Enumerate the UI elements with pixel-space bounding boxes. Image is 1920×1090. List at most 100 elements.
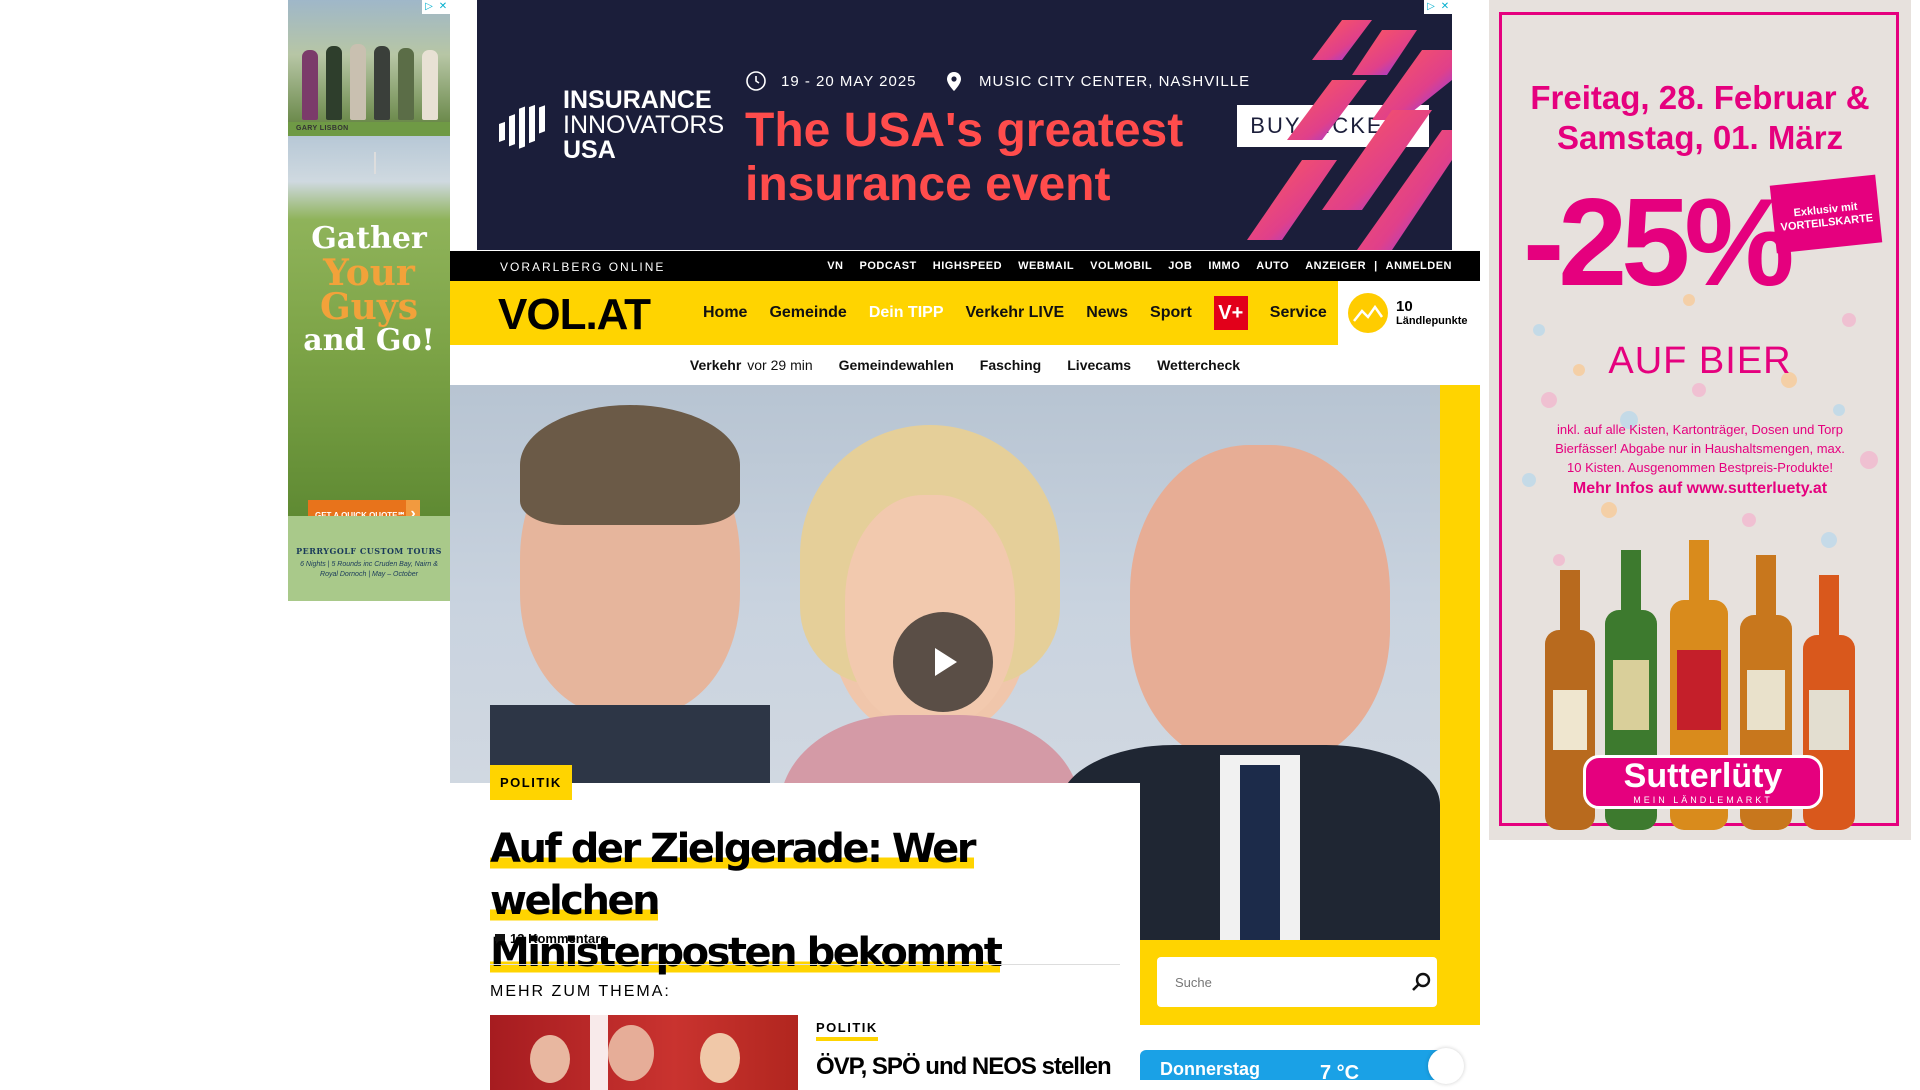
nav-item-service[interactable]: Service [1270,304,1327,322]
brand-tagline: MEIN LÄNDLEMARKT [1633,795,1773,805]
play-icon [935,648,957,676]
utility-link-anzeiger[interactable]: ANZEIGER [1305,260,1366,272]
more-on-topic-label: MEHR ZUM THEMA: [490,983,671,1000]
utility-link-auto[interactable]: AUTO [1256,260,1289,272]
main-navigation: VOL.AT Home Gemeinde Dein TIPP Verkehr L… [450,281,1480,345]
related-article-thumbnail[interactable] [490,1015,798,1090]
utility-link-job[interactable]: JOB [1168,260,1192,272]
divider [490,964,1120,965]
comments-count: 13 Kommentare [510,931,608,946]
adchoices-icon[interactable]: ▷ [422,0,436,14]
right-skyscraper-ad[interactable]: Freitag, 28. Februar & Samstag, 01. März… [1489,0,1911,840]
golfer-figure [422,50,438,120]
person-right [1130,445,1390,765]
lead-article[interactable]: POLITIK Auf der Zielgerade: Wer welchen … [450,765,1140,1090]
ad-footer: PERRYGOLF CUSTOM TOURS 6 Nights | 5 Roun… [288,516,450,601]
nav-item-news[interactable]: News [1086,304,1128,322]
article-category[interactable]: POLITIK [490,765,572,800]
ad-choices[interactable]: ▷ ✕ [422,0,450,14]
subnav-item-gemeindewahlen[interactable]: Gemeindewahlen [839,357,954,373]
ad-headline: The USA's greatest insurance event [745,104,1184,211]
comments-link[interactable]: 13 Kommentare [494,931,608,946]
laendlepunkte-widget[interactable]: 10 Ländlepunkte [1338,281,1480,345]
nav-item-home[interactable]: Home [703,304,747,322]
expand-weather-button[interactable] [1428,1048,1464,1084]
product-label: AUF BIER [1608,340,1792,382]
sub-navigation: Verkehr vor 29 min Gemeindewahlen Faschin… [450,345,1480,385]
subnav-item-wettercheck[interactable]: Wettercheck [1157,357,1240,373]
related-article-category[interactable]: POLITIK [816,1020,878,1041]
sutterluety-logo[interactable]: Sutterlüty MEIN LÄNDLEMARKT [1583,755,1823,809]
article-headline[interactable]: Auf der Zielgerade: Wer welchen Minister… [490,823,1130,979]
event-venue-text: MUSIC CITY CENTER, NASHVILLE [979,72,1251,90]
location-pin-icon [947,72,961,91]
vorteilskarte-badge: Exklusiv mit VORTEILSKARTE [1769,174,1883,254]
discount-value: -25% [1523,174,1794,312]
site-logo[interactable]: VOL.AT [498,290,651,340]
nav-item-dein-tipp[interactable]: Dein TIPP [869,304,944,322]
utility-link-highspeed[interactable]: HIGHSPEED [933,260,1002,272]
left-skyscraper-ad[interactable]: GARY LISBON Gather Your Guys and Go! GET… [288,0,450,601]
weather-widget[interactable]: Donnerstag 7 °C [1140,1048,1464,1084]
utility-separator: | [1374,260,1378,272]
more-info-link[interactable]: Mehr Infos auf www.sutterluety.at [1489,480,1911,498]
golfers-photo [288,0,450,122]
golfer-figure [326,46,342,120]
utility-links: VN PODCAST HIGHSPEED WEBMAIL VOLMOBIL JO… [827,260,1452,272]
event-logo-text: INSURANCE INNOVATORS USA [563,88,724,163]
golfer-figure [350,44,366,120]
top-utility-bar: VORARLBERG ONLINE VN PODCAST HIGHSPEED W… [450,251,1480,281]
golfer-figure [374,46,390,120]
search-icon[interactable] [1410,970,1434,994]
utility-link-podcast[interactable]: PODCAST [860,260,917,272]
close-icon[interactable]: ✕ [1438,0,1452,14]
tie-right [1240,765,1280,940]
headline-line: and Go! [303,323,435,358]
utility-link-vn[interactable]: VN [827,260,843,272]
golfer-figure [398,48,414,120]
weather-temp: 7 °C [1320,1062,1360,1084]
thumb-person [530,1035,570,1083]
utility-link-webmail[interactable]: WEBMAIL [1018,260,1074,272]
vplus-button[interactable]: V+ [1213,296,1248,330]
promo-dates: Freitag, 28. Februar & Samstag, 01. März [1530,79,1870,156]
brand-name: Sutterlüty [1623,757,1783,795]
headline-line: Guys [319,286,419,328]
headline-line-1: Auf der Zielgerade: Wer welchen [490,826,976,924]
event-date: 19 - 20 MAY 2025 [745,70,917,92]
ad-choices[interactable]: ▷ ✕ [1424,0,1452,14]
photo-caption: GARY LISBON [296,125,349,132]
event-venue: MUSIC CITY CENTER, NASHVILLE [943,70,1250,92]
subnav-item-fasching[interactable]: Fasching [980,357,1041,373]
ad-headline: Gather Your Guys and Go! [288,222,450,358]
subnav-item-livecams[interactable]: Livecams [1067,357,1131,373]
footer-title: PERRYGOLF CUSTOM TOURS [296,546,442,556]
site-brand-line: VORARLBERG ONLINE [500,260,666,274]
login-link[interactable]: ANMELDEN [1386,260,1452,272]
thumb-person [700,1033,740,1083]
thumb-person [608,1025,654,1081]
nav-item-verkehr-live[interactable]: Verkehr LIVE [966,304,1065,322]
points-label: Ländlepunkte [1396,315,1468,327]
play-button[interactable] [893,612,993,712]
utility-link-immo[interactable]: IMMO [1208,260,1240,272]
mountain-icon [1348,293,1388,333]
comment-icon [495,933,505,944]
logo-line: USA [563,136,616,164]
insurance-innovators-logo-icon [499,104,545,149]
logo-line: INSURANCE [563,86,712,114]
subnav-verkehr-label: Verkehr [689,357,742,373]
related-article-title[interactable]: ÖVP, SPÖ und NEOS stellen [816,1053,1112,1081]
flag-icon [374,152,376,174]
nav-items: Home Gemeinde Dein TIPP Verkehr LIVE New… [703,281,1327,345]
top-banner-ad[interactable]: INSURANCE INNOVATORS USA 19 - 20 MAY 202… [477,0,1452,250]
subnav-item-verkehr[interactable]: Verkehr vor 29 min [690,357,813,373]
points-value: 10 [1396,298,1413,315]
close-icon[interactable]: ✕ [436,0,450,14]
nav-item-gemeinde[interactable]: Gemeinde [769,304,846,322]
search-input[interactable]: Suche [1157,957,1437,1007]
utility-link-volmobil[interactable]: VOLMOBIL [1090,260,1152,272]
headline-line: Your [323,252,415,294]
adchoices-icon[interactable]: ▷ [1424,0,1438,14]
nav-item-sport[interactable]: Sport [1150,304,1192,322]
